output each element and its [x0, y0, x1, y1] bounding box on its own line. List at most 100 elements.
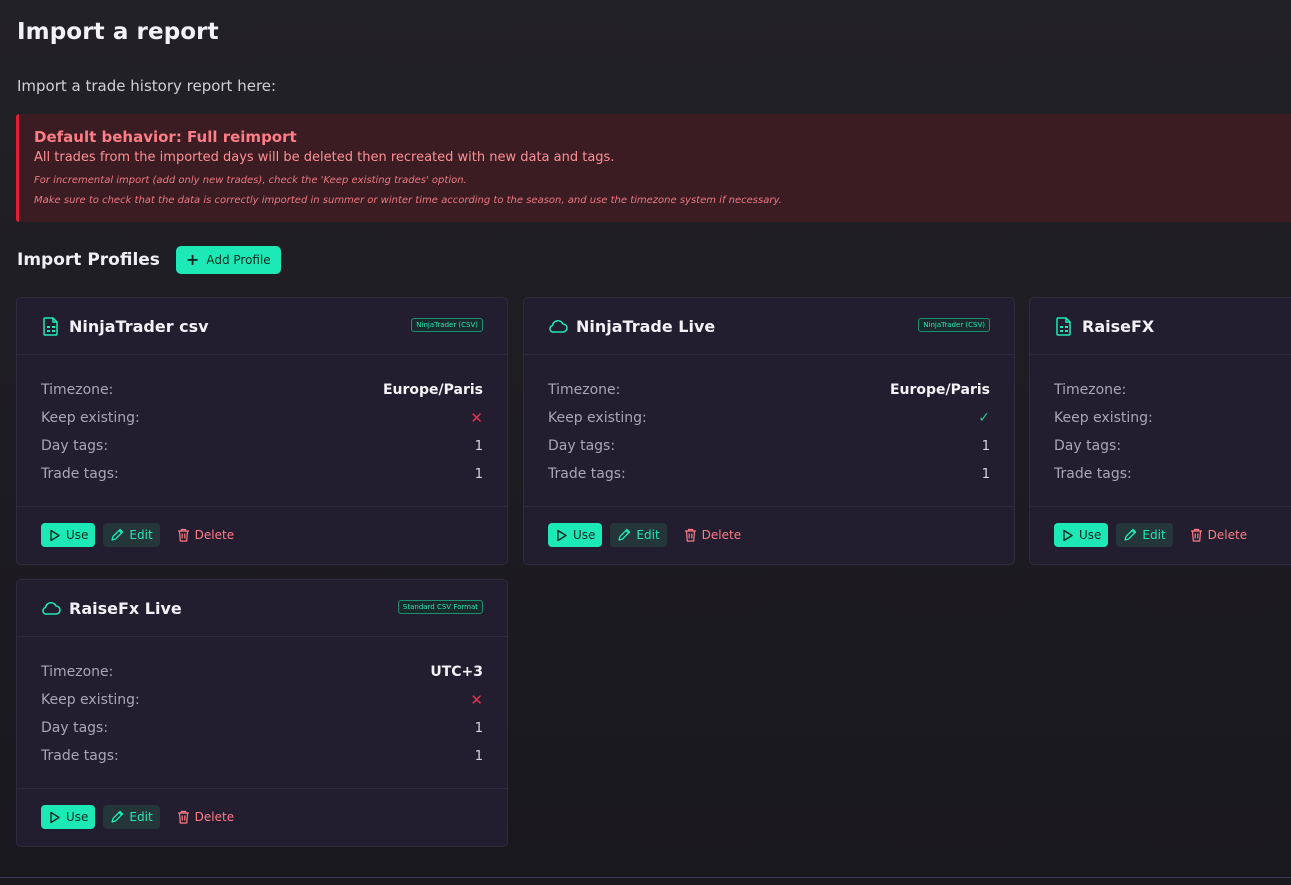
day-tags-label: Day tags:: [548, 438, 616, 454]
add-profile-button[interactable]: + Add Profile: [175, 246, 281, 274]
keep-existing-label: Keep existing:: [41, 410, 140, 426]
edit-button[interactable]: Edit: [103, 805, 160, 829]
profile-card-header: NinjaTrade Live NinjaTrader (CSV): [524, 298, 1014, 355]
keep-existing-label: Keep existing:: [41, 692, 140, 708]
delete-button[interactable]: Delete: [170, 805, 241, 829]
use-button[interactable]: Use: [1054, 523, 1109, 547]
delete-label: Delete: [194, 528, 235, 542]
page-subtitle: Import a trade history report here:: [17, 77, 277, 95]
play-icon: [50, 529, 60, 541]
trade-tags-value: 1: [474, 748, 483, 764]
pencil-icon: [618, 528, 631, 541]
timezone-row: Timezone: Europe/Paris: [41, 376, 483, 404]
use-label: Use: [66, 528, 89, 542]
profile-card-body: Timezone: UTC+3 Keep existing: ✕ Day tags:…: [17, 637, 507, 789]
trash-icon: [1190, 528, 1202, 542]
keep-existing-label: Keep existing:: [548, 410, 647, 426]
profile-card: RaiseFX Timezone: Keep existing: Day tag…: [1029, 297, 1291, 565]
profile-card-actions: Use Edit Delete: [17, 507, 507, 547]
use-button[interactable]: Use: [548, 523, 603, 547]
delete-button[interactable]: Delete: [677, 523, 748, 547]
edit-label: Edit: [1142, 528, 1166, 542]
profile-card-actions: Use Edit Delete: [1030, 507, 1291, 547]
trade-tags-label: Trade tags:: [41, 466, 119, 482]
timezone-row: Timezone: UTC+3: [41, 658, 483, 686]
trash-icon: [177, 528, 189, 542]
import-page: Import a report Import a trade history r…: [0, 0, 1291, 885]
profile-card-actions: Use Edit Delete: [524, 507, 1014, 547]
profile-format-badge: Standard CSV Format: [397, 600, 483, 614]
day-tags-row: Day tags: 1: [41, 714, 483, 742]
plus-icon: +: [185, 250, 200, 269]
edit-button[interactable]: Edit: [103, 523, 160, 547]
use-label: Use: [573, 528, 596, 542]
timezone-label: Timezone:: [41, 382, 114, 398]
profile-card: NinjaTrade Live NinjaTrader (CSV) Timezo…: [523, 297, 1015, 565]
profiles-header: Import Profiles + Add Profile: [17, 246, 281, 274]
trash-icon: [684, 528, 696, 542]
timezone-value: Europe/Paris: [382, 382, 483, 398]
keep-existing-row: Keep existing: ✕: [41, 686, 483, 714]
profile-format-badge: NinjaTrader (CSV): [918, 318, 990, 332]
profile-card-body: Timezone: Europe/Paris Keep existing: ✕ Da…: [17, 355, 507, 507]
delete-label: Delete: [1207, 528, 1248, 542]
timezone-value: Europe/Paris: [889, 382, 990, 398]
edit-label: Edit: [129, 810, 153, 824]
trade-tags-value: 1: [474, 466, 483, 482]
profile-card-body: Timezone: Keep existing: Day tags: Trade…: [1030, 355, 1291, 507]
edit-label: Edit: [129, 528, 153, 542]
profile-name: NinjaTrade Live: [576, 316, 716, 336]
timezone-row: Timezone: Europe/Paris: [548, 376, 990, 404]
cloud-icon: [548, 316, 568, 336]
keep-existing-label: Keep existing:: [1054, 410, 1153, 426]
day-tags-label: Day tags:: [41, 720, 109, 736]
file-csv-icon: [1054, 316, 1074, 336]
cross-icon: ✕: [470, 409, 483, 427]
play-icon: [50, 811, 60, 823]
trade-tags-row: Trade tags: 1: [41, 460, 483, 488]
timezone-label: Timezone:: [41, 664, 114, 680]
day-tags-value: 1: [981, 438, 990, 454]
day-tags-label: Day tags:: [41, 438, 109, 454]
check-icon: ✓: [978, 410, 990, 426]
profile-name: RaiseFx Live: [69, 598, 182, 618]
profile-card-actions: Use Edit Delete: [17, 789, 507, 829]
day-tags-value: 1: [474, 438, 483, 454]
delete-label: Delete: [194, 810, 235, 824]
edit-button[interactable]: Edit: [1116, 523, 1173, 547]
use-button[interactable]: Use: [41, 523, 96, 547]
day-tags-value: 1: [474, 720, 483, 736]
delete-button[interactable]: Delete: [170, 523, 241, 547]
reimport-warning-alert: Default behavior: Full reimport All trad…: [16, 114, 1291, 222]
keep-existing-row: Keep existing: ✕: [41, 404, 483, 432]
trade-tags-row: Trade tags: 1: [41, 742, 483, 770]
trade-tags-value: 1: [981, 466, 990, 482]
cross-icon: ✕: [470, 691, 483, 709]
trade-tags-label: Trade tags:: [548, 466, 626, 482]
page-title: Import a report: [17, 19, 219, 45]
bottom-divider: [0, 877, 1291, 878]
use-label: Use: [1079, 528, 1102, 542]
timezone-value: UTC+3: [430, 664, 483, 680]
use-label: Use: [66, 810, 89, 824]
use-button[interactable]: Use: [41, 805, 96, 829]
add-profile-label: Add Profile: [206, 253, 271, 267]
edit-label: Edit: [636, 528, 660, 542]
trade-tags-row: Trade tags:: [1054, 460, 1267, 488]
profile-card: RaiseFx Live Standard CSV Format Timezon…: [16, 579, 508, 847]
edit-button[interactable]: Edit: [610, 523, 667, 547]
day-tags-row: Day tags: 1: [548, 432, 990, 460]
profile-card-header: RaiseFX: [1030, 298, 1291, 355]
profile-name: NinjaTrader csv: [69, 316, 209, 336]
trash-icon: [177, 810, 189, 824]
play-icon: [1063, 529, 1073, 541]
keep-existing-row: Keep existing: ✓: [548, 404, 990, 432]
timezone-label: Timezone:: [1054, 382, 1127, 398]
day-tags-label: Day tags:: [1054, 438, 1122, 454]
profile-card: NinjaTrader csv NinjaTrader (CSV) Timezo…: [16, 297, 508, 565]
delete-button[interactable]: Delete: [1183, 523, 1254, 547]
alert-note-timezone: Make sure to check that the data is corr…: [34, 195, 782, 206]
day-tags-row: Day tags:: [1054, 432, 1267, 460]
pencil-icon: [1124, 528, 1137, 541]
alert-title: Default behavior: Full reimport: [34, 128, 297, 146]
